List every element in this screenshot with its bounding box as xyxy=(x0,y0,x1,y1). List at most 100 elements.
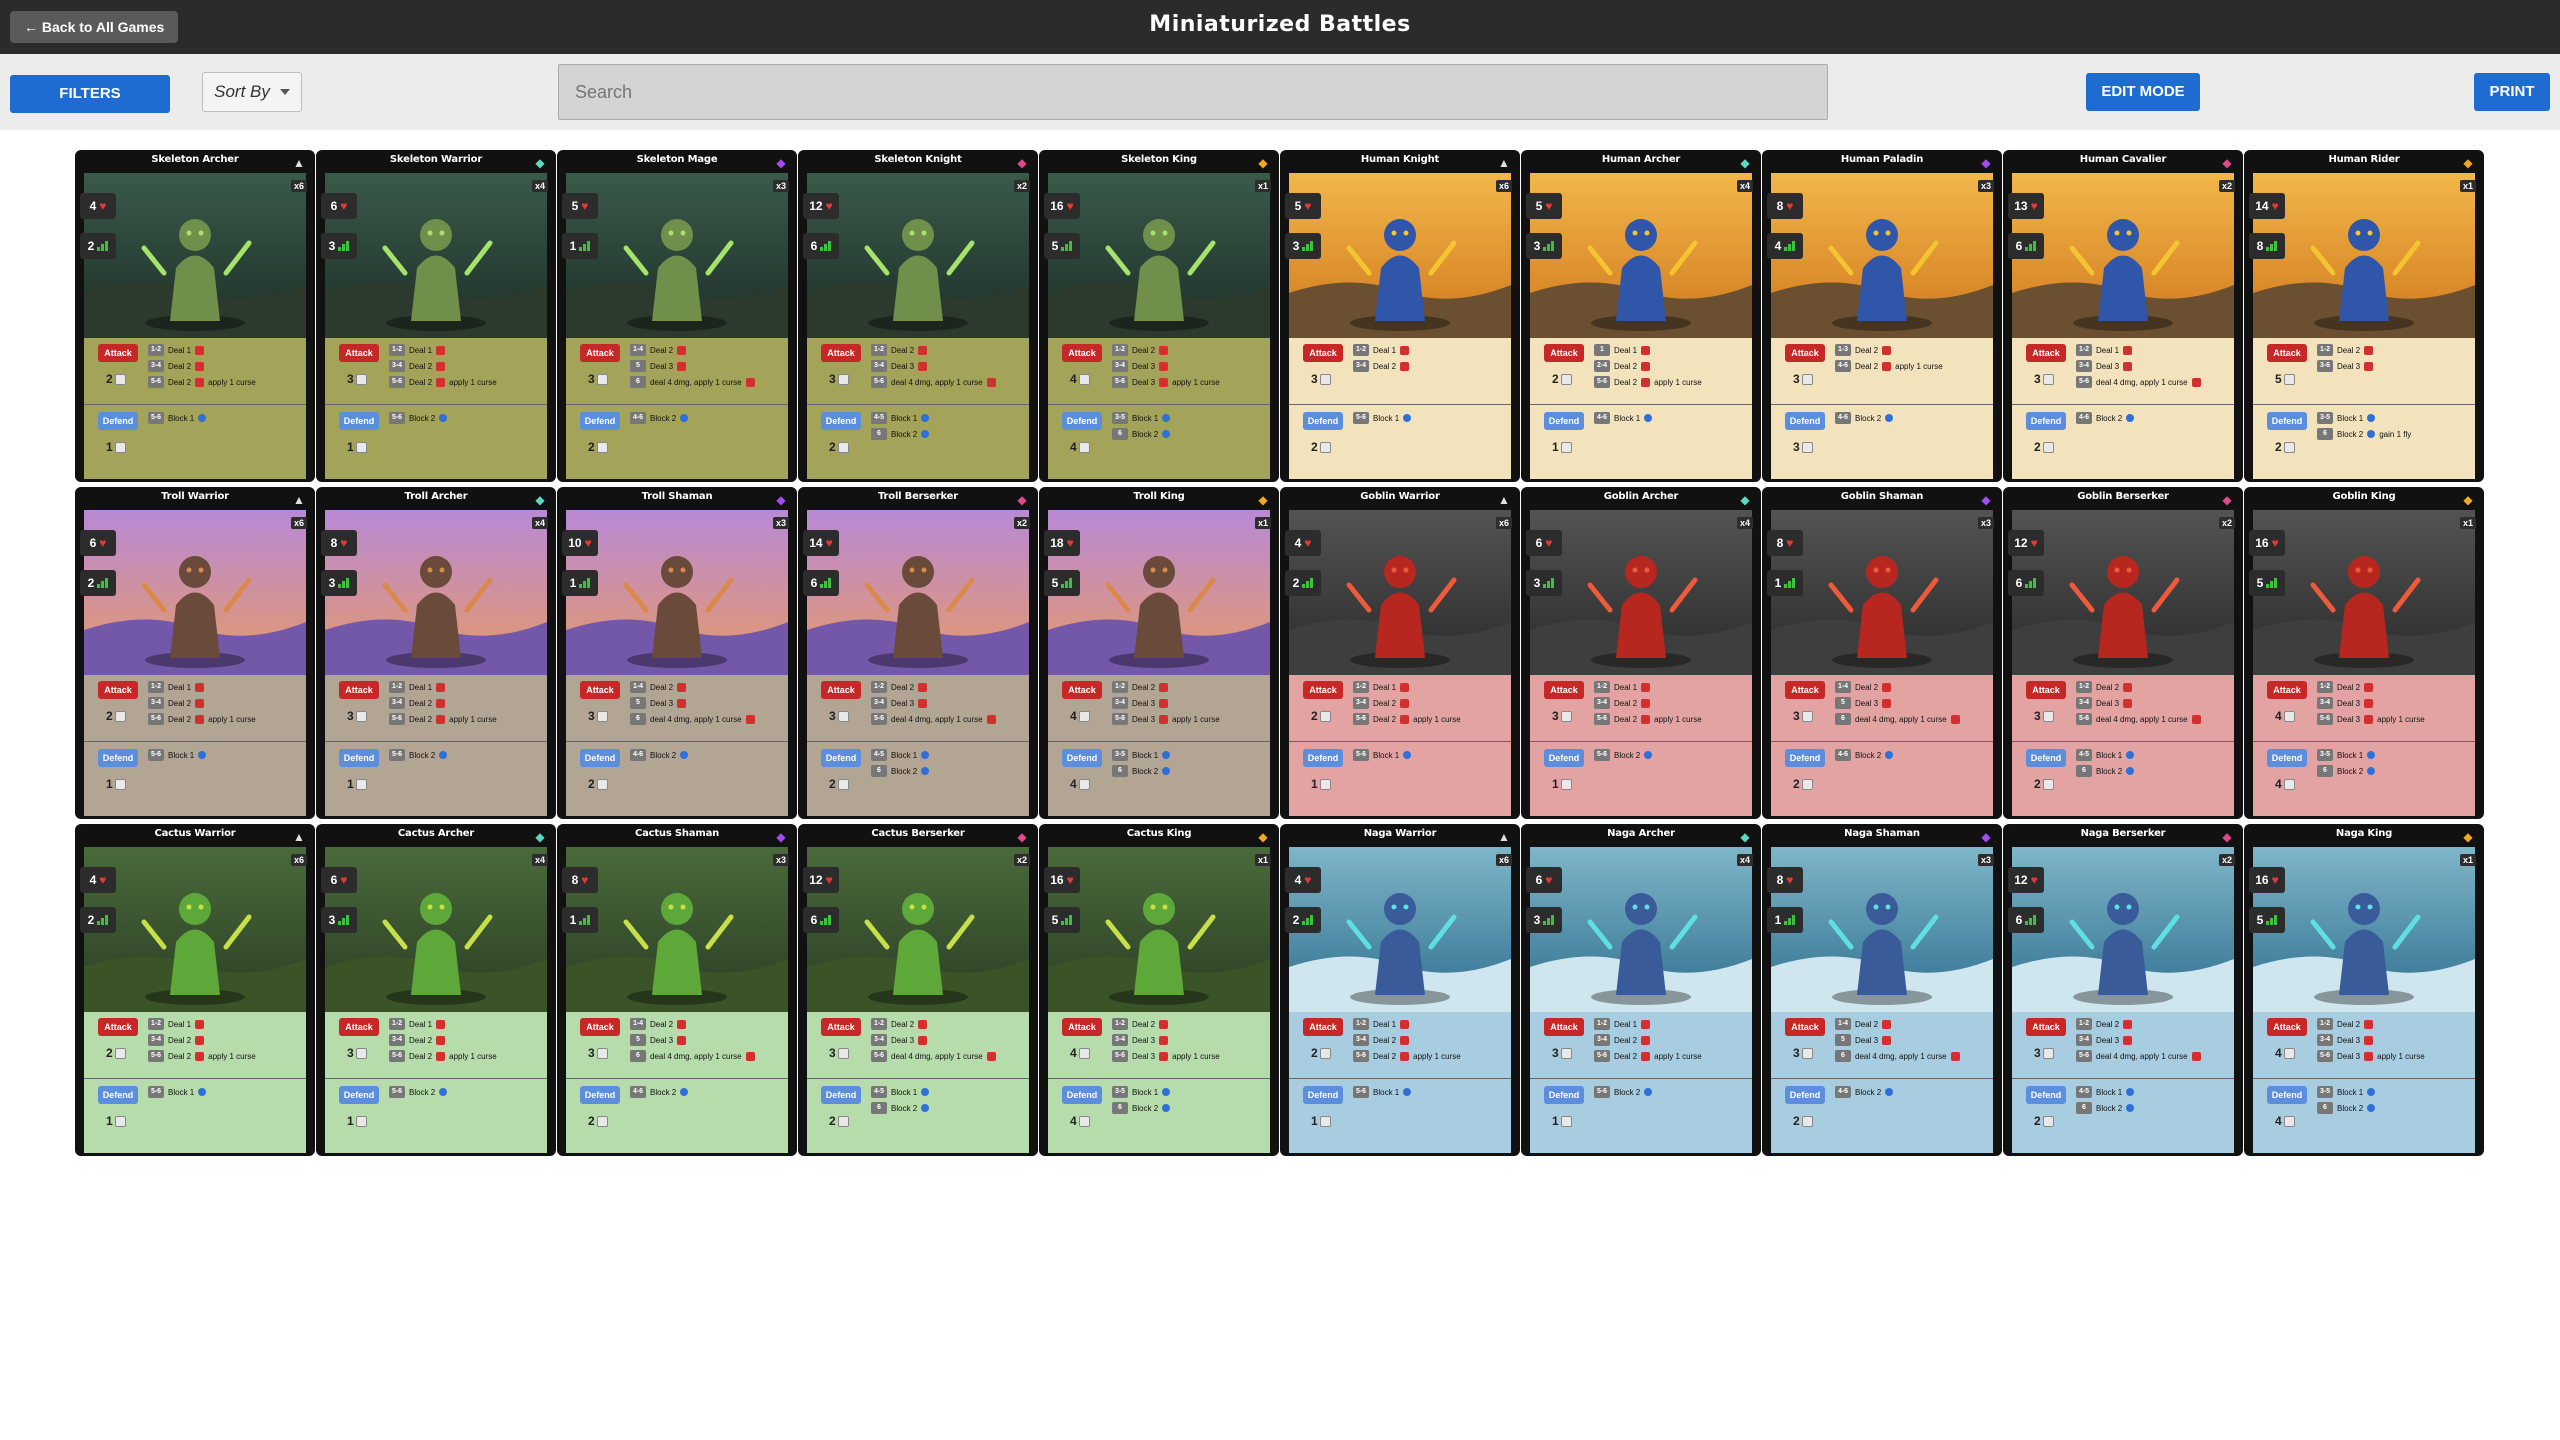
unit-card[interactable]: Cactus King ◆ x1 16 ♥ 5 Attack 4 1-2 Deal 2 3-4 Dea… xyxy=(1039,824,1279,1156)
unit-card[interactable]: Troll Shaman ◆ x3 10 ♥ 1 Attack 3 1-4 Deal 2 5 Deal… xyxy=(557,487,797,819)
attack-section: Attack 3 1-2 Deal 2 3-4 Deal 3 5-6 deal 4 dmg, … xyxy=(2012,675,2234,742)
unit-card[interactable]: Skeleton Archer ▲ x6 4 ♥ 2 Attack 2 1-2 Deal 1 3-4… xyxy=(75,150,315,482)
roll-range: 4-5 xyxy=(871,1086,887,1098)
attack-dice: 3 xyxy=(829,1046,849,1060)
unit-card[interactable]: Goblin Berserker ◆ x2 12 ♥ 6 Attack 3 1-2 Deal 2 3… xyxy=(2003,487,2243,819)
unit-card[interactable]: Goblin Warrior ▲ x6 4 ♥ 2 Attack 2 1-2 Deal 1 3-4 D… xyxy=(1280,487,1520,819)
defend-dice-count: 2 xyxy=(2275,440,2282,454)
unit-card[interactable]: Naga Shaman ◆ x3 8 ♥ 1 Attack 3 1-4 Deal 2 5 Deal 3… xyxy=(1762,824,2002,1156)
roll-range: 1-2 xyxy=(2317,344,2333,356)
unit-card[interactable]: Cactus Berserker ◆ x2 12 ♥ 6 Attack 3 1-2 Deal 2 3… xyxy=(798,824,1038,1156)
defend-row: 3-5 Block 1 xyxy=(2317,747,2473,763)
effect-extra: apply 1 curse xyxy=(2377,714,2425,724)
unit-card[interactable]: Skeleton Warrior ◆ x4 6 ♥ 3 Attack 3 1-2 Deal 1 3-… xyxy=(316,150,556,482)
damage-icon xyxy=(745,714,755,724)
unit-card[interactable]: Troll Warrior ▲ x6 6 ♥ 2 Attack 2 1-2 Deal 1 3-4 De… xyxy=(75,487,315,819)
unit-card[interactable]: Troll Berserker ◆ x2 14 ♥ 6 Attack 3 1-2 Deal 2 3-… xyxy=(798,487,1038,819)
effect-text: Block 1 xyxy=(1373,1087,1400,1097)
unit-card[interactable]: Troll King ◆ x1 18 ♥ 5 Attack 4 1-2 Deal 2 3-4 Deal… xyxy=(1039,487,1279,819)
unit-card[interactable]: Naga Berserker ◆ x2 12 ♥ 6 Attack 3 1-2 Deal 2 3-4… xyxy=(2003,824,2243,1156)
die-icon xyxy=(596,710,608,722)
unit-card[interactable]: Cactus Archer ◆ x4 6 ♥ 3 Attack 3 1-2 Deal 1 3-4 De… xyxy=(316,824,556,1156)
defend-section: Defend 2 4-5 Block 1 6 Block 2 xyxy=(2012,743,2234,816)
attack-dice: 3 xyxy=(1552,709,1572,723)
unit-card[interactable]: Human Cavalier ◆ x2 13 ♥ 6 Attack 3 1-2 Deal 1 3-4… xyxy=(2003,150,2243,482)
ability-panel: Attack 4 1-2 Deal 2 3-4 Deal 3 5-6 Deal 3 apply … xyxy=(2253,675,2475,816)
defend-row: 4-6 Block 2 xyxy=(630,747,786,763)
shield-icon xyxy=(921,751,930,759)
damage-icon xyxy=(195,1035,205,1045)
health-stat: 16 ♥ xyxy=(2249,530,2285,556)
defend-rows: 5-6 Block 2 xyxy=(389,747,545,763)
unit-card[interactable]: Skeleton Mage ◆ x3 5 ♥ 1 Attack 3 1-4 Deal 2 5 Deal… xyxy=(557,150,797,482)
effect-extra: apply 1 curse xyxy=(1413,1051,1461,1061)
unit-card[interactable]: Human Rider ◆ x1 14 ♥ 8 Attack 5 1-2 Deal 2 3-6 Dea… xyxy=(2244,150,2484,482)
defend-label: Defend xyxy=(2026,1086,2066,1104)
defend-side: Defend 1 xyxy=(1530,743,1590,816)
damage-icon xyxy=(1159,1019,1169,1029)
card-title: Cactus Shaman xyxy=(634,828,720,839)
unit-card[interactable]: Naga Archer ◆ x4 6 ♥ 3 Attack 3 1-2 Deal 1 3-4 Deal… xyxy=(1521,824,1761,1156)
quantity-badge: x6 xyxy=(290,517,307,529)
unit-card[interactable]: Goblin Archer ◆ x4 6 ♥ 3 Attack 3 1-2 Deal 1 3-4 De… xyxy=(1521,487,1761,819)
health-value: 12 xyxy=(809,199,823,213)
unit-card[interactable]: Skeleton Knight ◆ x2 12 ♥ 6 Attack 3 1-2 Deal 2 3-… xyxy=(798,150,1038,482)
shield-icon xyxy=(680,1088,689,1096)
unit-artwork xyxy=(1771,847,1993,1012)
attack-rows: 1-2 Deal 2 3-4 Deal 3 5-6 Deal 3 apply 1 curse xyxy=(1112,1016,1268,1064)
damage-icon xyxy=(1641,682,1651,692)
die-icon xyxy=(1078,1047,1090,1059)
unit-card[interactable]: Goblin Shaman ◆ x3 8 ♥ 1 Attack 3 1-4 Deal 2 5 Deal… xyxy=(1762,487,2002,819)
shield-icon xyxy=(680,414,689,422)
sort-by-dropdown[interactable]: Sort By xyxy=(202,72,302,112)
unit-card[interactable]: Goblin King ◆ x1 16 ♥ 5 Attack 4 1-2 Deal 2 3-4 Dea… xyxy=(2244,487,2484,819)
damage-icon xyxy=(436,377,446,387)
defend-section: Defend 2 4-5 Block 1 6 Block 2 xyxy=(807,1080,1029,1153)
move-value: 6 xyxy=(810,576,818,590)
health-stat: 10 ♥ xyxy=(562,530,598,556)
attack-rows: 1-2 Deal 1 3-4 Deal 2 5-6 Deal 2 apply 1 curse xyxy=(1353,1016,1509,1064)
unit-card[interactable]: Human Archer ◆ x4 5 ♥ 3 Attack 2 1 Deal 1 2-4 Deal … xyxy=(1521,150,1761,482)
roll-range: 6 xyxy=(1835,1050,1851,1062)
unit-card[interactable]: Human Knight ▲ x6 5 ♥ 3 Attack 3 1-2 Deal 1 3-4 Dea… xyxy=(1280,150,1520,482)
attack-row: 2-4 Deal 2 xyxy=(1594,358,1750,374)
unit-card[interactable]: Cactus Warrior ▲ x6 4 ♥ 2 Attack 2 1-2 Deal 1 3-4 D… xyxy=(75,824,315,1156)
quantity-badge: x3 xyxy=(1977,854,1994,866)
unit-card[interactable]: Skeleton King ◆ x1 16 ♥ 5 Attack 4 1-2 Deal 2 3-4 D… xyxy=(1039,150,1279,482)
defend-section: Defend 1 5-6 Block 1 xyxy=(1289,743,1511,816)
unit-artwork xyxy=(2253,510,2475,675)
damage-icon xyxy=(1159,1051,1169,1061)
filters-button[interactable]: FILTERS xyxy=(10,75,170,113)
damage-icon xyxy=(2191,377,2201,387)
print-button[interactable]: PRINT xyxy=(2474,73,2550,111)
roll-range: 4-5 xyxy=(871,749,887,761)
effect-extra: apply 1 curse xyxy=(208,377,256,387)
defend-side: Defend 2 xyxy=(566,743,626,816)
defend-row: 4-6 Block 2 xyxy=(1835,747,1991,763)
attack-side: Attack 3 xyxy=(1530,675,1590,741)
attack-row: 3-6 Deal 3 xyxy=(2317,358,2473,374)
card-title: Goblin Warrior xyxy=(1360,491,1440,502)
ability-panel: Attack 2 1-2 Deal 1 3-4 Deal 2 5-6 Deal 2 apply … xyxy=(84,1012,306,1153)
edit-mode-button[interactable]: EDIT MODE xyxy=(2086,73,2200,111)
attack-dice-count: 4 xyxy=(2275,1046,2282,1060)
roll-range: 5-6 xyxy=(148,1086,164,1098)
effect-text: Deal 3 xyxy=(1132,361,1156,371)
health-value: 12 xyxy=(2014,536,2028,550)
defend-row: 5-6 Block 1 xyxy=(1353,410,1509,426)
unit-card[interactable]: Cactus Shaman ◆ x3 8 ♥ 1 Attack 3 1-4 Deal 2 5 Deal… xyxy=(557,824,797,1156)
diamond-icon: ◆ xyxy=(1258,156,1268,170)
attack-row: 5-6 Deal 2 apply 1 curse xyxy=(1594,711,1750,727)
move-icon xyxy=(2266,915,2278,925)
unit-card[interactable]: Troll Archer ◆ x4 8 ♥ 3 Attack 3 1-2 Deal 1 3-4 Dea… xyxy=(316,487,556,819)
unit-card[interactable]: Naga Warrior ▲ x6 4 ♥ 2 Attack 2 1-2 Deal 1 3-4 Dea… xyxy=(1280,824,1520,1156)
attack-rows: 1-2 Deal 1 3-4 Deal 2 5-6 Deal 2 apply 1 curse xyxy=(148,679,304,727)
attack-section: Attack 5 1-2 Deal 2 3-6 Deal 3 xyxy=(2253,338,2475,405)
unit-card[interactable]: Human Paladin ◆ x3 8 ♥ 4 Attack 3 1-3 Deal 2 4-6 De… xyxy=(1762,150,2002,482)
search-input[interactable] xyxy=(558,64,1828,120)
damage-icon xyxy=(1400,714,1410,724)
roll-range: 4-6 xyxy=(1594,412,1610,424)
unit-card[interactable]: Naga King ◆ x1 16 ♥ 5 Attack 4 1-2 Deal 2 3-4 Deal … xyxy=(2244,824,2484,1156)
effect-text: Deal 2 xyxy=(409,377,433,387)
attack-dice-count: 3 xyxy=(1552,709,1559,723)
